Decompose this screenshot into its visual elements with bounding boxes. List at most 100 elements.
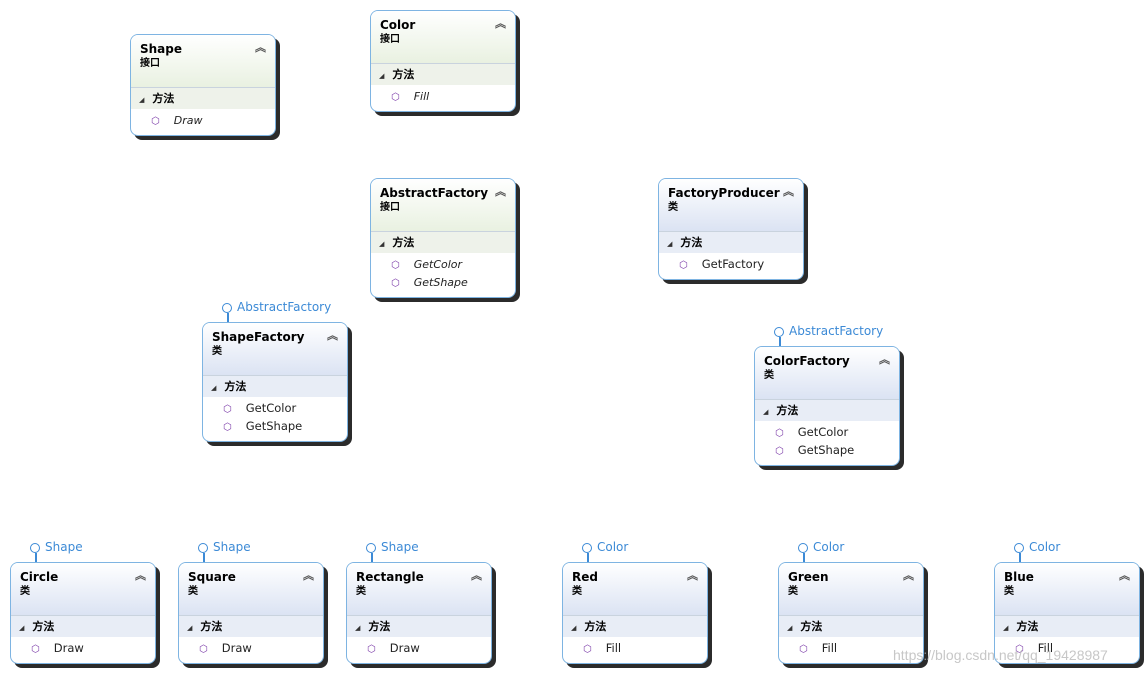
collapse-triangle-icon[interactable]: ◢ (139, 96, 144, 104)
collapse-triangle-icon[interactable]: ◢ (787, 624, 792, 632)
double-chevron-up-icon[interactable]: ︽ (135, 567, 146, 583)
interface-box-shape[interactable]: Shape 接口 ︽ ◢ 方法 ⬡ Draw (130, 34, 276, 136)
interface-box-color[interactable]: Color 接口 ︽ ◢ 方法 ⬡ Fill (370, 10, 516, 112)
method-item[interactable]: ⬡ GetColor (371, 255, 515, 273)
interface-lollipop-icon (222, 303, 232, 313)
box-header[interactable]: Green 类 ︽ (779, 563, 923, 615)
method-item[interactable]: ⬡ GetFactory (659, 255, 803, 273)
double-chevron-up-icon[interactable]: ︽ (687, 567, 698, 583)
members-list: ⬡ Draw (347, 637, 491, 663)
collapse-triangle-icon[interactable]: ◢ (571, 624, 576, 632)
type-kind: 类 (764, 370, 774, 381)
type-kind: 类 (572, 586, 582, 597)
collapse-triangle-icon[interactable]: ◢ (211, 384, 216, 392)
method-item[interactable]: ⬡ GetShape (203, 417, 347, 435)
collapse-triangle-icon[interactable]: ◢ (667, 240, 672, 248)
method-item[interactable]: ⬡ GetColor (755, 423, 899, 441)
method-item[interactable]: ⬡ Draw (347, 639, 491, 657)
type-name: Red (572, 570, 598, 584)
type-kind: 接口 (380, 202, 400, 213)
lollipop-connector (1019, 553, 1021, 562)
method-name: GetColor (413, 258, 463, 271)
double-chevron-up-icon[interactable]: ︽ (879, 351, 890, 367)
methods-section-header[interactable]: ◢ 方法 (179, 615, 323, 637)
members-list: ⬡ Draw (11, 637, 155, 663)
class-box-red[interactable]: Red 类 ︽ ◢ 方法 ⬡ Fill (562, 562, 708, 664)
method-item[interactable]: ⬡ Fill (563, 639, 707, 657)
lollipop-connector (803, 553, 805, 562)
method-name: Draw (53, 641, 84, 655)
collapse-triangle-icon[interactable]: ◢ (379, 72, 384, 80)
method-name: GetShape (797, 443, 855, 457)
double-chevron-up-icon[interactable]: ︽ (303, 567, 314, 583)
double-chevron-up-icon[interactable]: ︽ (783, 183, 794, 199)
section-label: 方法 (800, 620, 823, 633)
methods-section-header[interactable]: ◢ 方法 (995, 615, 1139, 637)
method-name: Fill (821, 641, 838, 655)
methods-section-header[interactable]: ◢ 方法 (779, 615, 923, 637)
box-header[interactable]: Square 类 ︽ (179, 563, 323, 615)
interface-lollipop-icon (774, 327, 784, 337)
methods-section-header[interactable]: ◢ 方法 (659, 231, 803, 253)
box-header[interactable]: Color 接口 ︽ (371, 11, 515, 63)
box-header[interactable]: ShapeFactory 类 ︽ (203, 323, 347, 375)
method-item[interactable]: ⬡ Fill (371, 87, 515, 105)
implemented-interface-label: AbstractFactory (789, 324, 884, 338)
collapse-triangle-icon[interactable]: ◢ (187, 624, 192, 632)
double-chevron-up-icon[interactable]: ︽ (327, 327, 338, 343)
methods-section-header[interactable]: ◢ 方法 (755, 399, 899, 421)
double-chevron-up-icon[interactable]: ︽ (495, 15, 506, 31)
method-name: Fill (413, 90, 430, 103)
method-item[interactable]: ⬡ GetShape (755, 441, 899, 459)
box-header[interactable]: FactoryProducer 类 ︽ (659, 179, 803, 231)
double-chevron-up-icon[interactable]: ︽ (1119, 567, 1130, 583)
section-label: 方法 (392, 68, 415, 81)
method-cube-icon: ⬡ (223, 404, 232, 415)
class-box-colorfactory[interactable]: ColorFactory 类 ︽ ◢ 方法 ⬡ GetColor ⬡ GetShape (754, 346, 900, 466)
collapse-triangle-icon[interactable]: ◢ (355, 624, 360, 632)
methods-section-header[interactable]: ◢ 方法 (131, 87, 275, 109)
method-name: GetShape (413, 276, 468, 289)
class-box-rectangle[interactable]: Rectangle 类 ︽ ◢ 方法 ⬡ Draw (346, 562, 492, 664)
method-cube-icon: ⬡ (223, 422, 232, 433)
box-header[interactable]: Rectangle 类 ︽ (347, 563, 491, 615)
box-header[interactable]: ColorFactory 类 ︽ (755, 347, 899, 399)
class-box-square[interactable]: Square 类 ︽ ◢ 方法 ⬡ Draw (178, 562, 324, 664)
class-box-shapefactory[interactable]: ShapeFactory 类 ︽ ◢ 方法 ⬡ GetColor ⬡ GetShape (202, 322, 348, 442)
double-chevron-up-icon[interactable]: ︽ (495, 183, 506, 199)
section-label: 方法 (584, 620, 607, 633)
method-item[interactable]: ⬡ GetShape (371, 273, 515, 291)
methods-section-header[interactable]: ◢ 方法 (563, 615, 707, 637)
box-header[interactable]: Shape 接口 ︽ (131, 35, 275, 87)
methods-section-header[interactable]: ◢ 方法 (347, 615, 491, 637)
method-cube-icon: ⬡ (31, 644, 40, 655)
implemented-interface-label: Color (597, 540, 629, 554)
method-item[interactable]: ⬡ Draw (179, 639, 323, 657)
class-box-circle[interactable]: Circle 类 ︽ ◢ 方法 ⬡ Draw (10, 562, 156, 664)
box-header[interactable]: Circle 类 ︽ (11, 563, 155, 615)
methods-section-header[interactable]: ◢ 方法 (203, 375, 347, 397)
box-header[interactable]: AbstractFactory 接口 ︽ (371, 179, 515, 231)
collapse-triangle-icon[interactable]: ◢ (1003, 624, 1008, 632)
method-cube-icon: ⬡ (799, 644, 808, 655)
section-label: 方法 (776, 404, 799, 417)
collapse-triangle-icon[interactable]: ◢ (19, 624, 24, 632)
double-chevron-up-icon[interactable]: ︽ (255, 39, 266, 55)
methods-section-header[interactable]: ◢ 方法 (371, 63, 515, 85)
type-name: Circle (20, 570, 59, 584)
methods-section-header[interactable]: ◢ 方法 (371, 231, 515, 253)
box-header[interactable]: Red 类 ︽ (563, 563, 707, 615)
collapse-triangle-icon[interactable]: ◢ (379, 240, 384, 248)
method-cube-icon: ⬡ (151, 116, 160, 127)
type-name: Blue (1004, 570, 1034, 584)
class-box-factoryproducer[interactable]: FactoryProducer 类 ︽ ◢ 方法 ⬡ GetFactory (658, 178, 804, 280)
double-chevron-up-icon[interactable]: ︽ (903, 567, 914, 583)
box-header[interactable]: Blue 类 ︽ (995, 563, 1139, 615)
methods-section-header[interactable]: ◢ 方法 (11, 615, 155, 637)
double-chevron-up-icon[interactable]: ︽ (471, 567, 482, 583)
method-item[interactable]: ⬡ Draw (131, 111, 275, 129)
collapse-triangle-icon[interactable]: ◢ (763, 408, 768, 416)
method-item[interactable]: ⬡ Draw (11, 639, 155, 657)
method-item[interactable]: ⬡ GetColor (203, 399, 347, 417)
interface-box-abstractfactory[interactable]: AbstractFactory 接口 ︽ ◢ 方法 ⬡ GetColor ⬡ GetShape (370, 178, 516, 298)
